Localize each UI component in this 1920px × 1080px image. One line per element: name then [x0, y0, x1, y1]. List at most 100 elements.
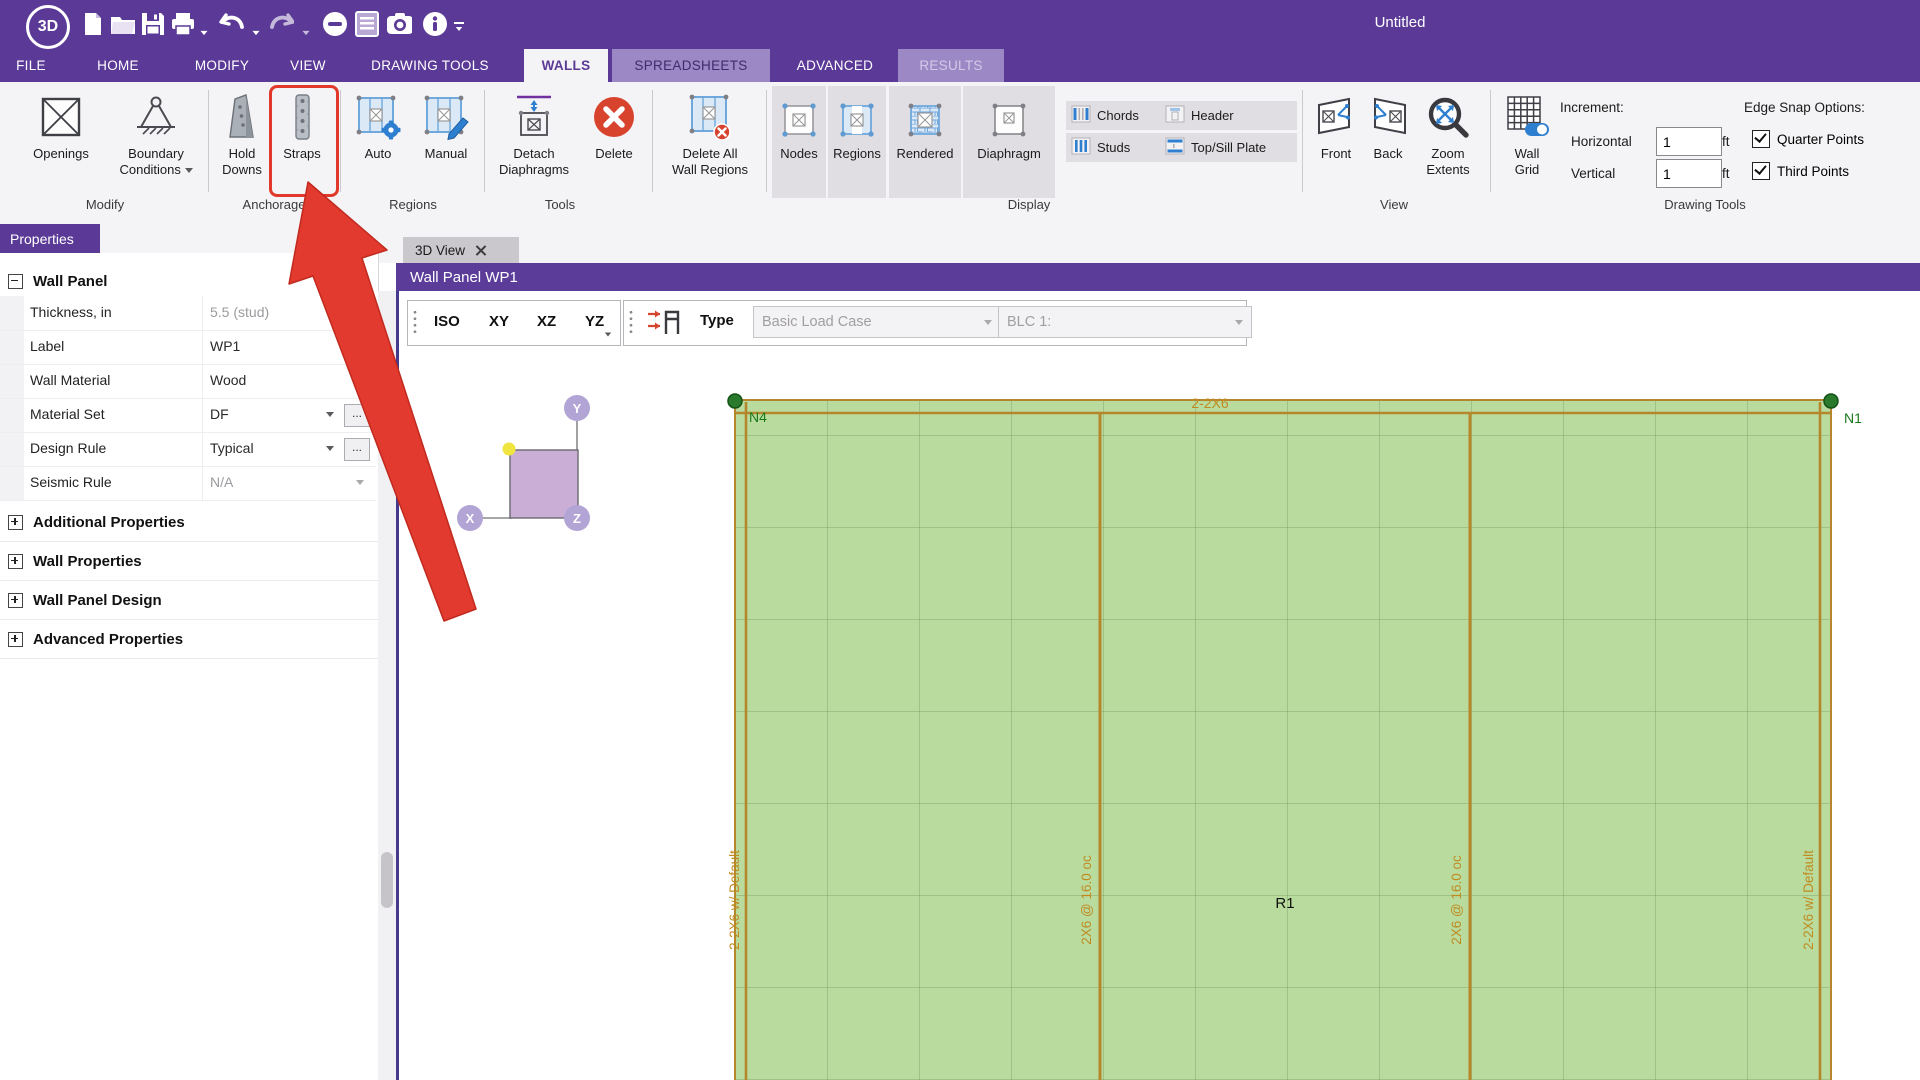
vertical-unit: ft — [1722, 166, 1730, 181]
front-view-icon — [1313, 88, 1359, 146]
seismic-rule-dropdown-icon — [356, 480, 364, 485]
blc-dropdown[interactable]: BLC 1: — [998, 306, 1252, 338]
display-top-sill-plate-toggle[interactable]: Top/Sill Plate — [1160, 133, 1297, 162]
tab-drawing-tools[interactable]: DRAWING TOOLS — [356, 49, 504, 82]
quarter-points-checkbox[interactable]: Quarter Points — [1752, 130, 1864, 148]
tab-file[interactable]: FILE — [0, 49, 62, 82]
wall-panel-section-header[interactable]: Wall Panel — [0, 266, 378, 296]
vertical-label: Vertical — [1571, 166, 1616, 181]
quarter-points-check-icon — [1752, 130, 1770, 148]
loads-display-icon[interactable] — [646, 306, 686, 343]
wall-panel-surface[interactable] — [735, 400, 1831, 1080]
properties-scrollbar-track[interactable] — [378, 291, 396, 1080]
third-points-checkbox[interactable]: Third Points — [1752, 162, 1849, 180]
node-n1[interactable] — [1823, 393, 1839, 409]
toolbar-drag-handle[interactable] — [629, 309, 633, 335]
open-file-icon[interactable] — [110, 11, 136, 37]
tab-walls[interactable]: WALLS — [524, 49, 608, 82]
new-file-icon[interactable] — [80, 11, 106, 37]
axis-y-label: Y — [573, 401, 582, 416]
section-wall-panel-design[interactable]: Wall Panel Design — [0, 581, 378, 620]
expand-plus-icon[interactable] — [8, 553, 23, 569]
manual-regions-button[interactable]: Manual — [412, 88, 480, 162]
close-view-icon[interactable] — [475, 245, 486, 256]
property-row-wall-material[interactable]: Wall Material Wood — [0, 364, 376, 399]
collapse-minus-icon[interactable] — [8, 273, 23, 289]
tab-modify[interactable]: MODIFY — [178, 49, 266, 82]
snapshot-camera-icon[interactable] — [386, 11, 412, 37]
undo-icon[interactable] — [218, 11, 244, 37]
property-row-design-rule[interactable]: Design Rule Typical ... — [0, 432, 376, 467]
properties-scrollbar-thumb[interactable] — [381, 852, 393, 908]
undo-dropdown-icon[interactable] — [250, 20, 262, 46]
openings-button[interactable]: Openings — [18, 88, 104, 162]
boundary-conditions-button[interactable]: Boundary Conditions — [104, 88, 208, 178]
rendered-icon — [905, 94, 945, 146]
print-dropdown-icon[interactable] — [198, 20, 210, 46]
tab-results[interactable]: RESULTS — [898, 49, 1004, 82]
design-rule-dropdown-icon[interactable] — [326, 446, 334, 451]
section-advanced-properties[interactable]: Advanced Properties — [0, 620, 378, 659]
display-regions-toggle[interactable]: Regions — [828, 86, 886, 198]
display-chords-toggle[interactable]: Chords — [1066, 101, 1161, 130]
auto-regions-icon — [353, 88, 403, 146]
display-studs-toggle[interactable]: Studs — [1066, 133, 1161, 162]
detach-diaphragms-button[interactable]: Detach Diaphragms — [490, 88, 578, 178]
solve-icon[interactable] — [322, 11, 348, 37]
tab-advanced[interactable]: ADVANCED — [780, 49, 890, 82]
horizontal-increment-input[interactable] — [1656, 127, 1722, 156]
expand-plus-icon[interactable] — [8, 514, 23, 530]
section-wall-properties[interactable]: Wall Properties — [0, 542, 378, 581]
report-icon[interactable] — [354, 11, 380, 37]
display-rendered-toggle[interactable]: Rendered — [889, 86, 961, 198]
info-icon[interactable] — [422, 11, 448, 37]
wall-material-dropdown-icon[interactable] — [356, 378, 364, 383]
print-icon[interactable] — [170, 11, 196, 37]
tab-home[interactable]: HOME — [80, 49, 156, 82]
orientation-more-icon[interactable] — [604, 332, 612, 337]
display-nodes-toggle[interactable]: Nodes — [772, 86, 826, 198]
third-points-check-icon — [1752, 162, 1770, 180]
section-additional-properties[interactable]: Additional Properties — [0, 503, 378, 542]
hold-downs-button[interactable]: Hold Downs — [214, 88, 270, 178]
material-set-dropdown-icon[interactable] — [326, 412, 334, 417]
iso-view-button[interactable]: ISO — [434, 313, 460, 330]
view-front-button[interactable]: Front — [1310, 88, 1362, 162]
redo-dropdown-icon[interactable] — [300, 20, 312, 46]
display-header-toggle[interactable]: Header — [1160, 101, 1297, 130]
group-label-regions: Regions — [389, 197, 437, 212]
studs-icon — [1071, 136, 1091, 159]
zoom-extents-button[interactable]: Zoom Extents — [1415, 88, 1481, 178]
property-row-seismic-rule: Seismic Rule N/A — [0, 466, 376, 501]
toolbar-drag-handle[interactable] — [413, 309, 417, 335]
tab-view[interactable]: VIEW — [276, 49, 340, 82]
yz-view-button[interactable]: YZ — [585, 313, 604, 330]
delete-all-wall-regions-button[interactable]: Delete All Wall Regions — [658, 88, 762, 178]
wall-grid-icon — [1503, 88, 1551, 146]
save-icon[interactable] — [140, 11, 166, 37]
tab-spreadsheets[interactable]: SPREADSHEETS — [612, 49, 770, 82]
redo-icon[interactable] — [268, 11, 294, 37]
expand-plus-icon[interactable] — [8, 592, 23, 608]
expand-plus-icon[interactable] — [8, 631, 23, 647]
view-back-button[interactable]: Back — [1364, 88, 1412, 162]
design-rule-more-button[interactable]: ... — [344, 438, 370, 461]
xy-view-button[interactable]: XY — [489, 313, 509, 330]
properties-tab[interactable]: Properties — [0, 224, 100, 253]
load-case-type-dropdown[interactable]: Basic Load Case — [753, 306, 1001, 338]
delete-button[interactable]: Delete — [582, 88, 646, 162]
property-row-label[interactable]: Label WP1 — [0, 330, 376, 365]
node-n4[interactable] — [727, 393, 743, 409]
xz-view-button[interactable]: XZ — [537, 313, 556, 330]
vertical-increment-input[interactable] — [1656, 159, 1722, 188]
wall-grid-toggle[interactable]: Wall Grid — [1498, 88, 1556, 178]
property-row-material-set[interactable]: Material Set DF ... — [0, 398, 376, 433]
chords-icon — [1071, 104, 1091, 127]
display-diaphragm-toggle[interactable]: Diaphragm — [963, 86, 1055, 198]
view-tab-3d[interactable]: 3D View — [403, 237, 519, 263]
group-label-view: View — [1380, 197, 1408, 212]
toolbar-customize-icon[interactable] — [452, 14, 466, 40]
auto-regions-button[interactable]: Auto — [346, 88, 410, 162]
material-set-more-button[interactable]: ... — [344, 404, 370, 427]
group-label-modify: Modify — [85, 197, 125, 212]
